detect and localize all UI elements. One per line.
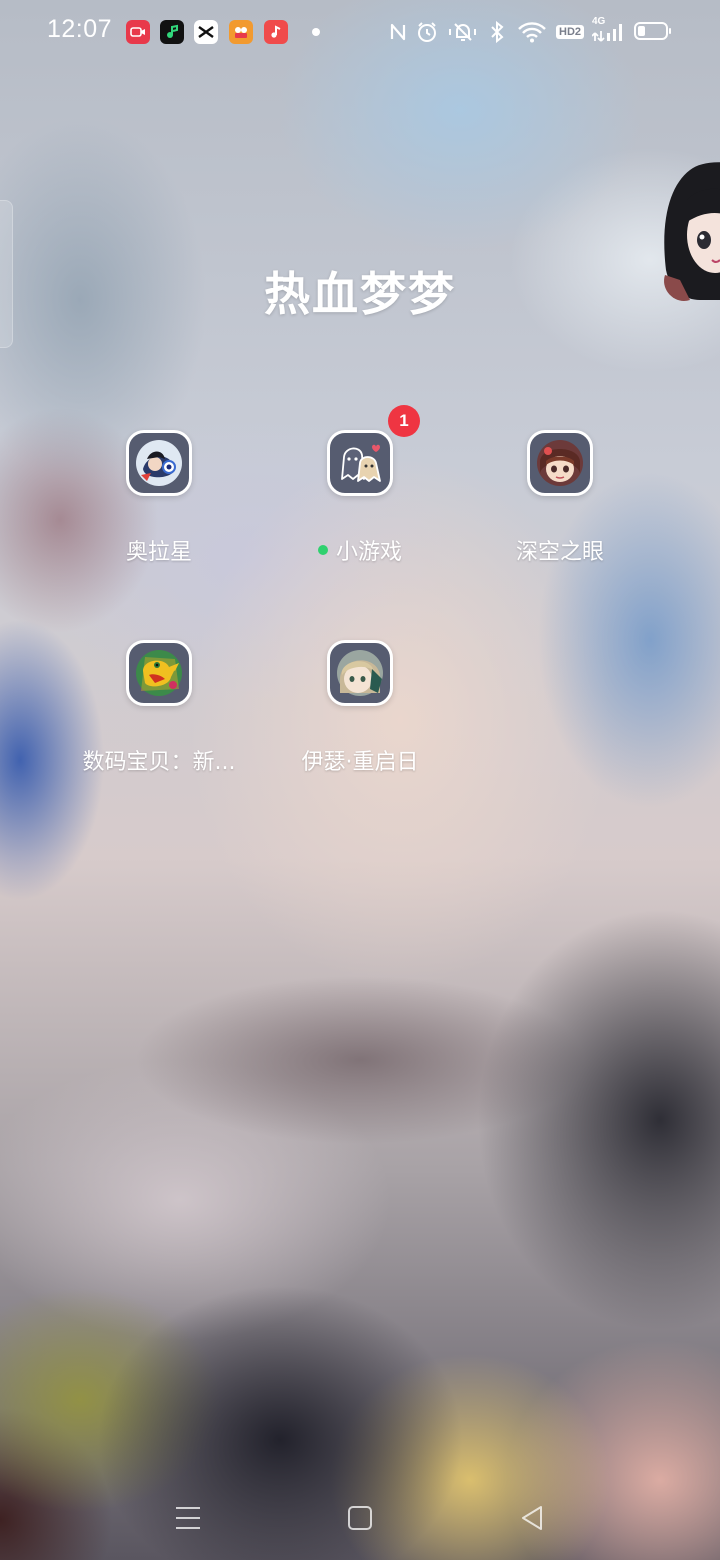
app-label: 小游戏 (335, 540, 402, 565)
app-aola-star[interactable]: 奥拉星 (59, 430, 259, 566)
cellular-4g-icon: 4G (592, 16, 626, 44)
mini-games-ghost-icon[interactable]: 1 (327, 405, 420, 496)
navigation-bar (0, 1480, 720, 1560)
app-label: 数码宝贝：新... (82, 750, 236, 775)
app-mini-games[interactable]: 1 小游戏 (260, 405, 460, 566)
alarm-icon (416, 20, 438, 44)
video-recorder-icon (126, 20, 150, 44)
status-bar: 12:07 HD2 4G (0, 0, 720, 64)
hd-voice-label: HD2 (556, 25, 585, 39)
digimon-game-icon[interactable] (126, 640, 192, 706)
app-deep-space-eye[interactable]: 深空之眼 (460, 430, 660, 566)
battery-fill (638, 26, 645, 36)
music-note-green-icon (160, 20, 184, 44)
new-install-dot (317, 545, 328, 555)
app-digimon[interactable]: 数码宝贝：新... (59, 640, 259, 776)
app-ether-reboot[interactable]: 伊瑟·重启日 (260, 640, 460, 776)
ether-reboot-game-icon[interactable] (327, 640, 393, 706)
app-label: 伊瑟·重启日 (301, 750, 419, 775)
music-app-icon (264, 20, 288, 44)
bluetooth-icon (488, 20, 506, 44)
network-type-label: 4G (592, 16, 606, 27)
battery-icon (634, 22, 671, 40)
app-label: 深空之眼 (515, 540, 604, 565)
capcut-icon (194, 20, 218, 44)
home-icon[interactable] (340, 1498, 380, 1538)
nfc-icon (389, 20, 407, 44)
silent-vibrate-icon (448, 20, 478, 44)
wifi-icon (517, 20, 547, 44)
home-screen-folder-view: 12:07 HD2 4G 热血梦梦 奥拉星 1 小游戏 深空之眼 数码宝贝：新.… (0, 0, 720, 1560)
menu-icon[interactable] (168, 1498, 208, 1538)
hd-voice-icon: HD2 (556, 20, 585, 44)
app-label: 奥拉星 (125, 540, 192, 565)
more-notifications-dot (312, 28, 320, 36)
deep-space-eye-game-icon[interactable] (527, 430, 593, 496)
app-label-row: 小游戏 (260, 534, 460, 566)
status-clock: 12:07 (47, 15, 113, 43)
aola-star-game-icon[interactable] (126, 430, 192, 496)
folder-title[interactable]: 热血梦梦 (0, 258, 720, 324)
back-icon[interactable] (512, 1498, 552, 1538)
camera-app-icon (229, 20, 253, 44)
notification-badge: 1 (388, 405, 420, 437)
